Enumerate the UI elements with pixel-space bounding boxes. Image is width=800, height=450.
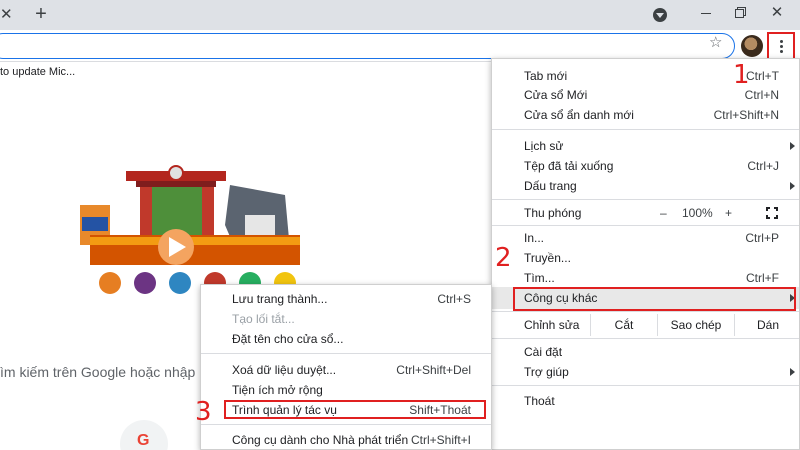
chevron-right-icon: [790, 142, 795, 150]
menu-item-label: Tìm...: [524, 271, 555, 285]
menu-item-incognito[interactable]: Cửa sổ ẩn danh mới Ctrl+Shift+N: [492, 104, 799, 126]
menu-divider: [492, 225, 799, 226]
menu-divider: [492, 129, 799, 130]
menu-item-shortcut: Ctrl+T: [746, 69, 779, 83]
menu-item-find[interactable]: Tìm... Ctrl+F: [492, 267, 799, 289]
chevron-right-icon: [790, 182, 795, 190]
menu-item-settings[interactable]: Cài đặt: [492, 341, 799, 363]
menu-item-label: Tạo lối tắt...: [232, 312, 295, 326]
submenu-item-clear-data[interactable]: Xoá dữ liệu duyệt... Ctrl+Shift+Del: [201, 359, 491, 381]
minimize-icon[interactable]: [697, 4, 715, 22]
address-bar[interactable]: [0, 33, 735, 59]
zoom-label: Thu phóng: [524, 206, 582, 220]
plus-icon[interactable]: +: [31, 4, 51, 24]
maximize-icon[interactable]: [731, 4, 749, 22]
submenu-item-extensions[interactable]: Tiện ích mở rộng: [201, 379, 491, 401]
submenu-item-name-window[interactable]: Đặt tên cho cửa sổ...: [201, 328, 491, 350]
menu-item-shortcut: Ctrl+Shift+I: [410, 433, 471, 447]
menu-item-label: Tab mới: [524, 69, 568, 83]
menu-item-shortcut: Ctrl+Shift+Del: [396, 363, 471, 377]
menu-item-history[interactable]: Lịch sử: [492, 135, 799, 157]
bookmark-item[interactable]: to update Mic...: [0, 66, 75, 78]
fullscreen-icon[interactable]: [766, 207, 778, 219]
highlight-task-manager: [224, 400, 486, 419]
menu-item-label: Lưu trang thành...: [232, 292, 328, 306]
menu-item-label: Cửa sổ ẩn danh mới: [524, 108, 634, 122]
cut-button[interactable]: Cắt: [590, 314, 657, 336]
menu-item-label: In...: [524, 231, 545, 245]
menu-item-label: Cài đặt: [524, 345, 563, 359]
copy-button[interactable]: Sao chép: [657, 314, 734, 336]
menu-item-shortcut: Ctrl+N: [744, 88, 779, 102]
menu-item-label: Trợ giúp: [524, 365, 569, 379]
submenu-item-save-page[interactable]: Lưu trang thành... Ctrl+S: [201, 288, 491, 310]
menu-item-label: Lịch sử: [524, 139, 564, 153]
menu-divider: [492, 385, 799, 386]
highlight-more-tools: [513, 287, 796, 311]
edit-label: Chỉnh sửa: [524, 318, 580, 332]
menu-divider: [201, 353, 491, 354]
menu-item-shortcut: Ctrl+S: [437, 292, 471, 306]
step-number: 1: [733, 60, 750, 90]
zoom-row: Thu phóng – 100% +: [492, 202, 799, 224]
menu-item-downloads[interactable]: Tệp đã tải xuống Ctrl+J: [492, 155, 799, 177]
menu-item-new-window[interactable]: Cửa sổ Mới Ctrl+N: [492, 84, 799, 106]
menu-item-bookmarks[interactable]: Dấu trang: [492, 175, 799, 197]
step-number: 2: [495, 243, 512, 273]
menu-item-exit[interactable]: Thoát: [492, 390, 799, 412]
close-icon[interactable]: ✕: [0, 6, 14, 24]
menu-item-label: Đặt tên cho cửa sổ...: [232, 332, 344, 346]
menu-item-label: Truyền...: [524, 251, 571, 265]
submenu-item-dev-tools[interactable]: Công cụ dành cho Nhà phát triển Ctrl+Shi…: [201, 429, 491, 450]
menu-item-shortcut: Ctrl+Shift+N: [713, 108, 779, 122]
edit-row: Chỉnh sửa Cắt Sao chép Dán: [492, 314, 799, 336]
star-icon[interactable]: ☆: [709, 35, 722, 51]
menu-item-label: Tệp đã tải xuống: [524, 159, 614, 173]
paste-button[interactable]: Dán: [734, 314, 800, 336]
zoom-out-button[interactable]: –: [660, 206, 667, 220]
tab-strip: ✕ + ✕: [0, 0, 800, 30]
shortcut-tile[interactable]: [120, 420, 168, 450]
more-vert-icon[interactable]: [767, 32, 795, 60]
menu-divider: [492, 311, 799, 312]
menu-item-help[interactable]: Trợ giúp: [492, 361, 799, 383]
menu-item-label: Xoá dữ liệu duyệt...: [232, 363, 337, 377]
menu-item-label: Dấu trang: [524, 179, 577, 193]
zoom-value: 100%: [682, 206, 713, 220]
avatar[interactable]: [741, 35, 763, 57]
menu-item-shortcut: Ctrl+F: [746, 271, 779, 285]
chevron-right-icon: [790, 368, 795, 376]
menu-item-label: Cửa sổ Mới: [524, 88, 588, 102]
menu-item-label: Tiện ích mở rộng: [232, 383, 323, 397]
menu-item-label: Công cụ dành cho Nhà phát triển: [232, 433, 409, 447]
menu-item-print[interactable]: In... Ctrl+P: [492, 227, 799, 249]
step-number: 3: [195, 397, 212, 427]
search-hint[interactable]: ìm kiếm trên Google hoặc nhập: [0, 364, 195, 380]
menu-item-shortcut: Ctrl+J: [747, 159, 779, 173]
profile-dropdown-icon[interactable]: [653, 8, 667, 22]
menu-divider: [492, 199, 799, 200]
window-close-icon[interactable]: ✕: [768, 4, 786, 22]
menu-item-label: Thoát: [524, 394, 555, 408]
menu-item-shortcut: Ctrl+P: [745, 231, 779, 245]
menu-divider: [492, 338, 799, 339]
chrome-main-menu: Tab mới Ctrl+T Cửa sổ Mới Ctrl+N Cửa sổ …: [491, 58, 800, 450]
menu-item-cast[interactable]: Truyền...: [492, 247, 799, 269]
submenu-item-create-shortcut[interactable]: Tạo lối tắt...: [201, 308, 491, 330]
menu-divider: [201, 424, 491, 425]
more-tools-submenu: Lưu trang thành... Ctrl+S Tạo lối tắt...…: [200, 284, 492, 450]
google-doodle[interactable]: [70, 165, 310, 300]
zoom-in-button[interactable]: +: [725, 206, 732, 220]
